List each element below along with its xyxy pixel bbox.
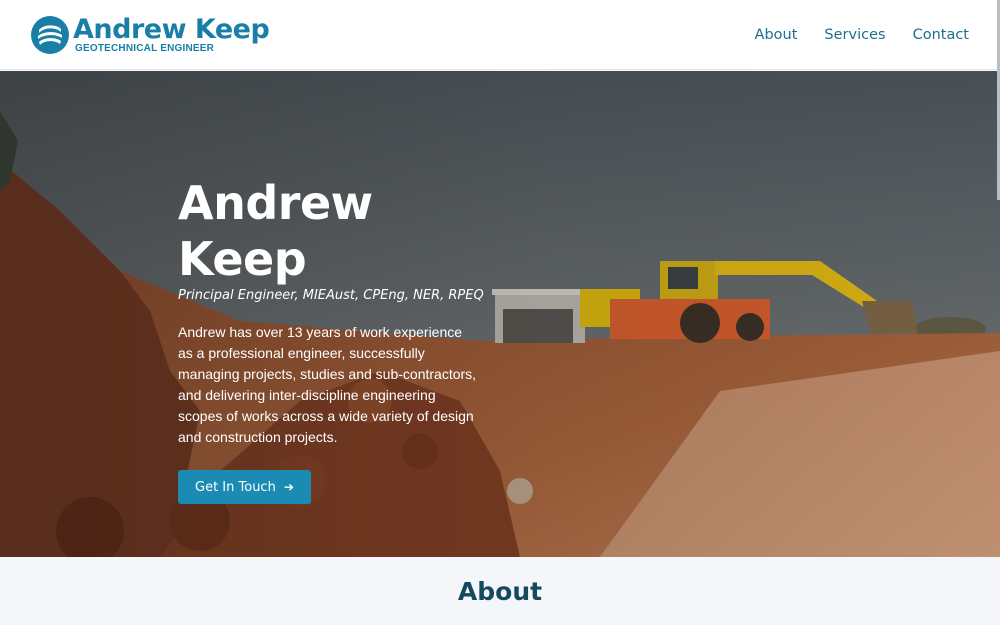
get-in-touch-label: Get In Touch [195, 479, 276, 495]
nav-item-about[interactable]: About [755, 24, 798, 46]
site-header: Andrew Keep GEOTECHNICAL ENGINEER About … [0, 0, 1000, 70]
arrow-right-icon: ➔ [283, 480, 294, 494]
hero-content: Andrew Keep Principal Engineer, MIEAust,… [178, 175, 498, 504]
nav-item-contact[interactable]: Contact [913, 24, 969, 46]
brand-text: Andrew Keep GEOTECHNICAL ENGINEER [73, 14, 270, 54]
nav-item-services[interactable]: Services [824, 24, 885, 46]
hero-subtitle: Principal Engineer, MIEAust, CPEng, NER,… [178, 288, 484, 303]
main-nav: About Services Contact [728, 24, 969, 46]
hero-description: Andrew has over 13 years of work experie… [178, 324, 477, 445]
about-heading: About [457, 577, 543, 606]
brand-logo-link[interactable]: Andrew Keep GEOTECHNICAL ENGINEER [30, 14, 270, 55]
hero-overlay [0, 71, 1000, 557]
hero-section: Andrew Keep Principal Engineer, MIEAust,… [0, 71, 1000, 557]
get-in-touch-button[interactable]: Get In Touch ➔ [178, 470, 311, 504]
hero-title: Andrew Keep [178, 176, 373, 286]
logo-mark-icon [31, 16, 69, 54]
about-section: About [0, 557, 1000, 625]
brand-tagline: GEOTECHNICAL ENGINEER [75, 43, 215, 54]
brand-name: Andrew Keep [73, 14, 270, 45]
